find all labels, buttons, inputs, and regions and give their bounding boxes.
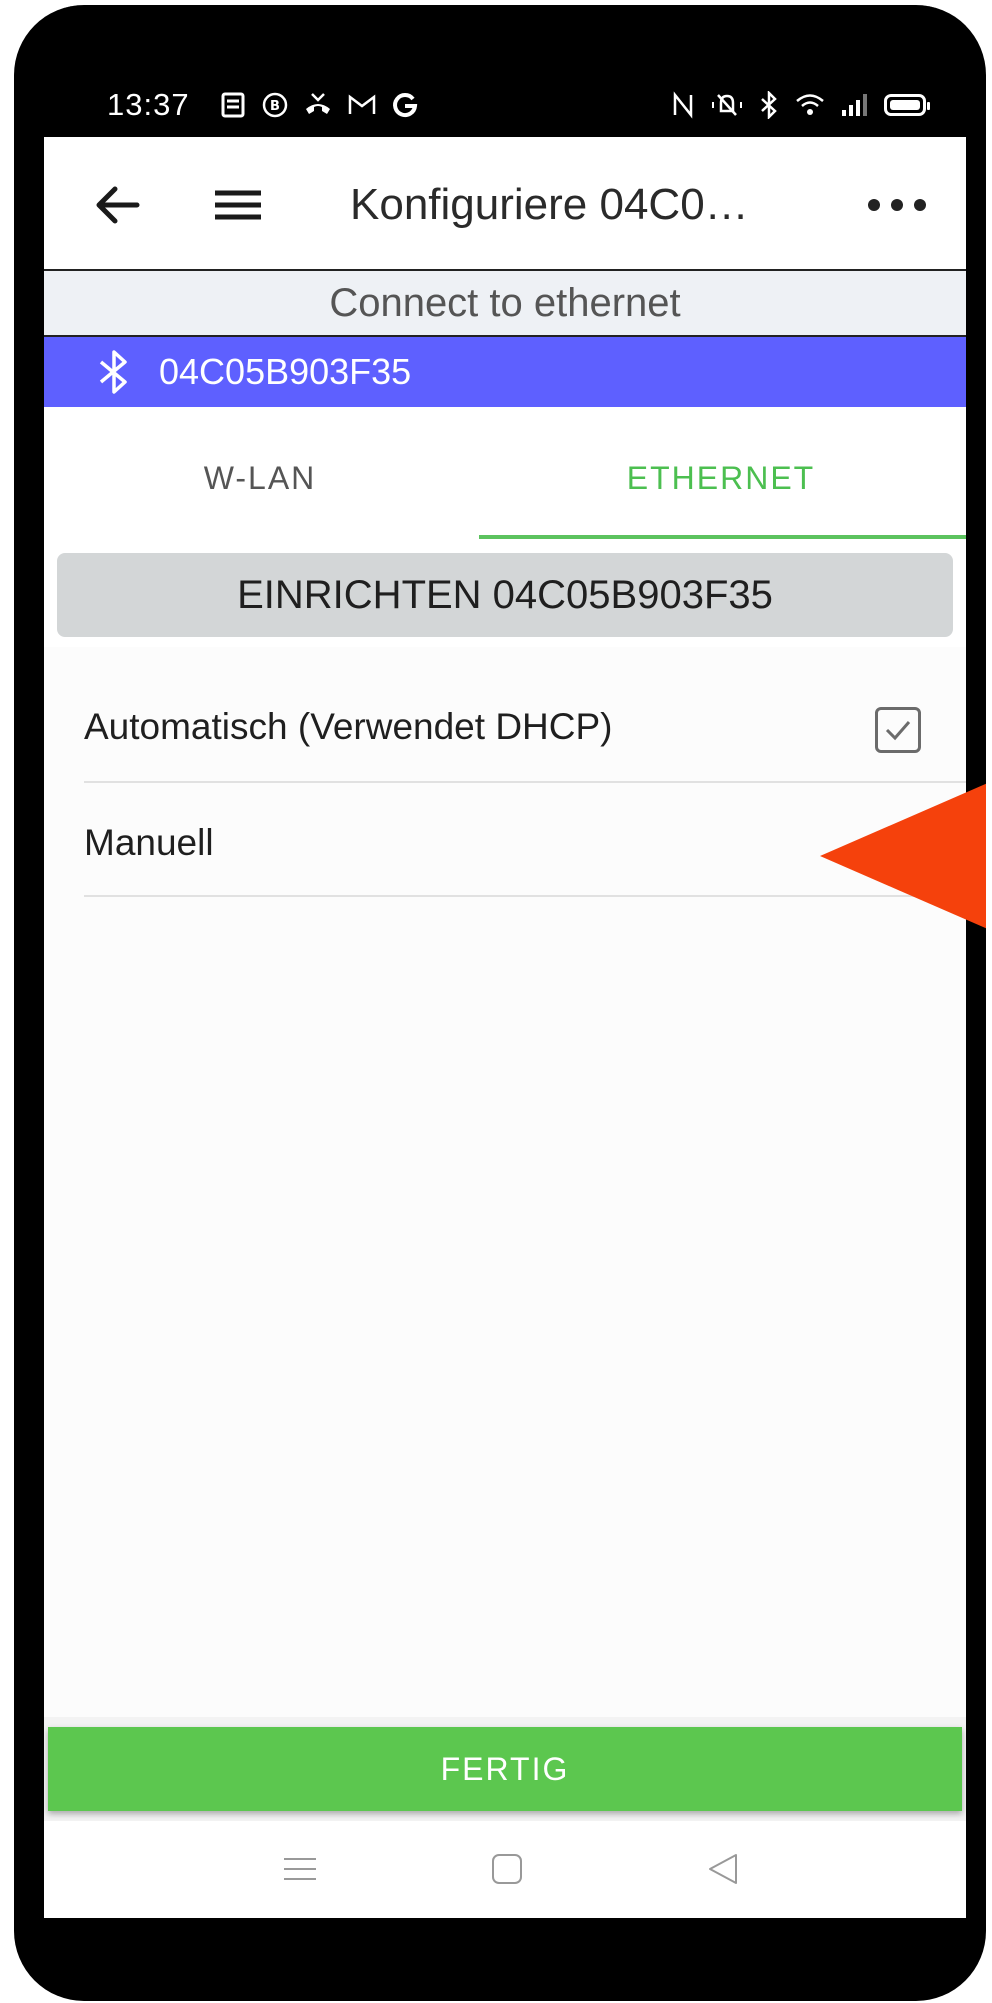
back-arrow-icon[interactable] bbox=[89, 179, 145, 231]
wifi-icon bbox=[796, 94, 824, 115]
status-bar: 13:37 B bbox=[44, 5, 966, 137]
signal-icon bbox=[842, 94, 867, 116]
more-options-icon[interactable] bbox=[868, 187, 926, 223]
status-notification-icons: B bbox=[219, 85, 419, 125]
device-bar: 04C05B903F35 bbox=[44, 337, 966, 407]
svg-text:B: B bbox=[270, 99, 280, 114]
google-icon bbox=[393, 93, 418, 118]
tab-ethernet[interactable]: ETHERNET bbox=[476, 407, 966, 541]
option-automatic-dhcp[interactable]: Automatisch (Verwendet DHCP) bbox=[84, 687, 966, 783]
checkmark-icon bbox=[885, 721, 911, 741]
vibrate-off-icon bbox=[712, 94, 742, 116]
system-nav-bar bbox=[44, 1821, 966, 1918]
connect-banner: Connect to ethernet bbox=[44, 271, 966, 337]
status-time: 13:37 bbox=[107, 87, 190, 122]
nfc-icon bbox=[673, 91, 693, 119]
battery-icon bbox=[884, 94, 930, 116]
hamburger-menu-icon[interactable] bbox=[212, 181, 264, 229]
b-circle-icon: B bbox=[262, 92, 288, 118]
bluetooth-icon bbox=[761, 91, 777, 119]
tab-bar: W-LAN ETHERNET bbox=[44, 407, 966, 543]
app-bar: Konfiguriere 04C0… bbox=[44, 137, 966, 271]
phone-frame: 13:37 B Konfiguriere 04C0… Connect to et… bbox=[14, 5, 986, 2001]
home-icon[interactable] bbox=[487, 1849, 527, 1889]
pointer-arrow-icon bbox=[820, 783, 986, 929]
tab-selected-indicator bbox=[479, 535, 966, 539]
page-title: Konfiguriere 04C0… bbox=[350, 180, 749, 229]
gmail-icon bbox=[348, 94, 376, 114]
tab-wlan[interactable]: W-LAN bbox=[44, 407, 476, 541]
missed-call-icon bbox=[306, 93, 330, 114]
notes-icon bbox=[221, 92, 245, 118]
device-id: 04C05B903F35 bbox=[159, 351, 412, 392]
recent-apps-icon[interactable] bbox=[280, 1849, 320, 1889]
setup-header: EINRICHTEN 04C05B903F35 bbox=[57, 553, 953, 637]
bluetooth-icon bbox=[99, 350, 127, 394]
done-button[interactable]: FERTIG bbox=[48, 1727, 962, 1811]
dhcp-checkbox[interactable] bbox=[875, 707, 921, 753]
status-system-icons bbox=[670, 85, 930, 125]
option-label: Manuell bbox=[84, 822, 214, 863]
option-label: Automatisch (Verwendet DHCP) bbox=[84, 706, 613, 747]
back-nav-icon[interactable] bbox=[704, 1849, 744, 1889]
screen: 13:37 B Konfiguriere 04C0… Connect to et… bbox=[44, 5, 966, 1918]
